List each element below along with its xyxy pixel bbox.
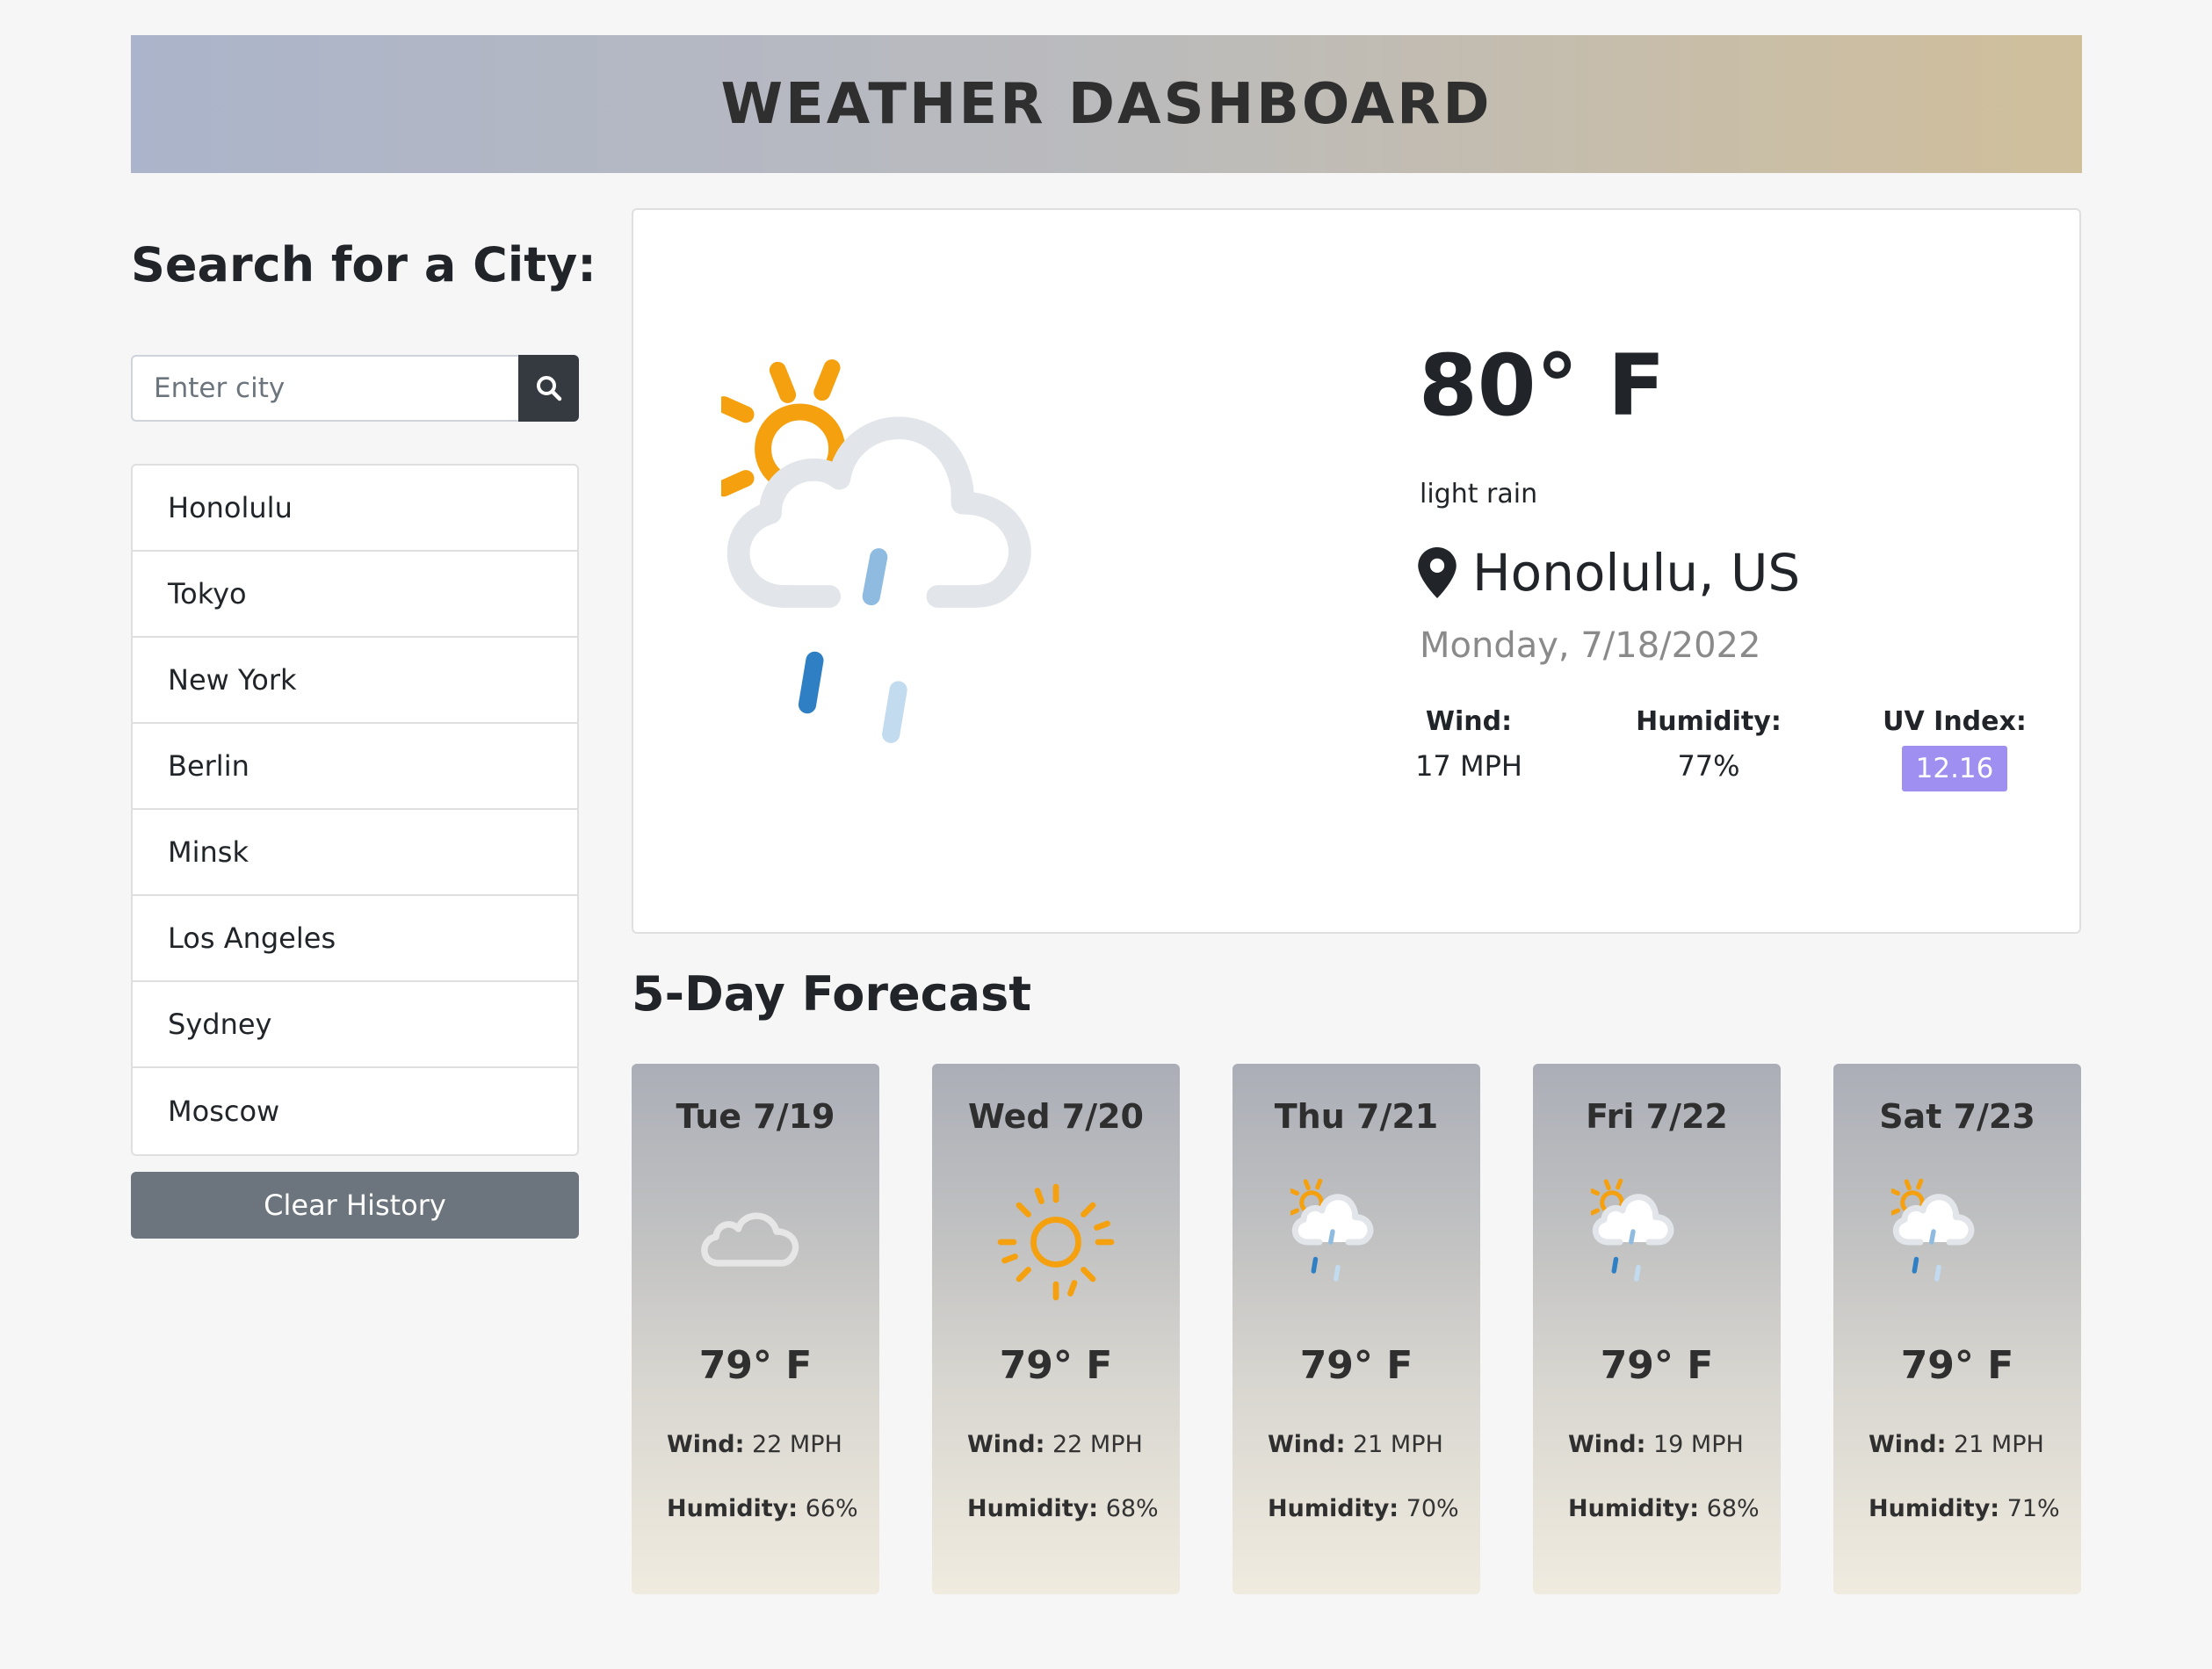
history-item[interactable]: Sydney: [133, 982, 577, 1068]
forecast-temperature: 79° F: [1299, 1343, 1413, 1388]
map-pin-icon: [1418, 547, 1457, 598]
forecast-card: Thu 7/21 79° F Wind: 21 MPH Humidity: 70…: [1233, 1064, 1480, 1594]
forecast-humidity: Humidity: 71%: [1869, 1495, 2060, 1522]
wind-label: Wind:: [1425, 706, 1513, 737]
forecast-wind-label: Wind:: [967, 1431, 1045, 1458]
forecast-wind-label: Wind:: [1268, 1431, 1346, 1458]
forecast-date: Sat 7/23: [1879, 1097, 2035, 1136]
humidity-stat: Humidity: 77%: [1612, 706, 1805, 783]
forecast-wind-label: Wind:: [1568, 1431, 1646, 1458]
forecast-wind-value: 22 MPH: [751, 1431, 842, 1458]
sun-cloud-rain-icon: [1891, 1176, 2023, 1308]
forecast-humidity: Humidity: 68%: [967, 1495, 1159, 1522]
forecast-card: Fri 7/22 79° F Wind: 19 MPH Humidity: 68…: [1533, 1064, 1781, 1594]
current-temperature: 80° F: [1419, 336, 1666, 435]
forecast-date: Tue 7/19: [676, 1097, 835, 1136]
search-history-list: Honolulu Tokyo New York Berlin Minsk Los…: [131, 464, 579, 1156]
forecast-humidity: Humidity: 66%: [667, 1495, 858, 1522]
history-item[interactable]: Berlin: [133, 724, 577, 810]
forecast-card: Sat 7/23 79° F Wind: 21 MPH Humidity: 71…: [1833, 1064, 2081, 1594]
forecast-wind-value: 22 MPH: [1052, 1431, 1143, 1458]
forecast-wind-value: 21 MPH: [1352, 1431, 1443, 1458]
search-group: [131, 355, 579, 422]
forecast-humidity-label: Humidity:: [967, 1495, 1099, 1522]
forecast-humidity-value: 70%: [1406, 1495, 1459, 1522]
forecast-wind-label: Wind:: [667, 1431, 745, 1458]
forecast-temperature: 79° F: [1900, 1343, 2014, 1388]
clear-history-button[interactable]: Clear History: [131, 1172, 579, 1239]
current-weather-card: 80° F light rain Honolulu, US Monday, 7/…: [632, 208, 2081, 934]
search-button[interactable]: [518, 355, 579, 422]
forecast-humidity-value: 71%: [2006, 1495, 2060, 1522]
forecast-humidity: Humidity: 68%: [1568, 1495, 1760, 1522]
wind-value: 17 MPH: [1415, 749, 1522, 783]
wind-stat: Wind: 17 MPH: [1372, 706, 1565, 783]
uv-index-badge: 12.16: [1901, 746, 2008, 791]
page-header: WEATHER DASHBOARD: [131, 35, 2082, 173]
history-item[interactable]: New York: [133, 638, 577, 724]
forecast-date: Fri 7/22: [1586, 1097, 1728, 1136]
forecast-humidity-value: 68%: [1105, 1495, 1159, 1522]
location: Honolulu, US: [1418, 543, 1800, 603]
humidity-label: Humidity:: [1636, 706, 1782, 737]
sun-cloud-rain-icon: [721, 350, 1213, 842]
forecast-humidity: Humidity: 70%: [1268, 1495, 1459, 1522]
forecast-wind: Wind: 22 MPH: [967, 1431, 1143, 1458]
forecast-wind: Wind: 22 MPH: [667, 1431, 842, 1458]
forecast-wind: Wind: 21 MPH: [1268, 1431, 1443, 1458]
forecast-temperature: 79° F: [1600, 1343, 1714, 1388]
forecast-humidity-value: 66%: [805, 1495, 858, 1522]
history-item[interactable]: Minsk: [133, 810, 577, 896]
uv-stat: UV Index: 12.16: [1858, 706, 2051, 791]
cloud-icon: [690, 1176, 821, 1308]
sun-icon: [990, 1176, 1122, 1308]
location-name: Honolulu, US: [1472, 543, 1801, 603]
humidity-value: 77%: [1677, 749, 1740, 783]
weather-description: light rain: [1420, 479, 1538, 509]
forecast-wind: Wind: 21 MPH: [1869, 1431, 2044, 1458]
forecast-wind-value: 19 MPH: [1652, 1431, 1744, 1458]
forecast-humidity-label: Humidity:: [1568, 1495, 1700, 1522]
forecast-card: Tue 7/19 79° F Wind: 22 MPH Humidity: 66…: [632, 1064, 879, 1594]
forecast-wind: Wind: 19 MPH: [1568, 1431, 1744, 1458]
forecast-date: Wed 7/20: [968, 1097, 1144, 1136]
forecast-humidity-label: Humidity:: [667, 1495, 799, 1522]
history-item[interactable]: Los Angeles: [133, 896, 577, 982]
forecast-title: 5-Day Forecast: [632, 966, 1032, 1022]
current-date: Monday, 7/18/2022: [1420, 625, 1761, 666]
forecast-humidity-label: Humidity:: [1268, 1495, 1399, 1522]
sun-cloud-rain-icon: [1290, 1176, 1422, 1308]
history-item[interactable]: Tokyo: [133, 552, 577, 638]
forecast-wind-label: Wind:: [1869, 1431, 1947, 1458]
forecast-temperature: 79° F: [698, 1343, 813, 1388]
search-title: Search for a City:: [131, 237, 596, 293]
forecast-card: Wed 7/20 79° F Wind: 22 MPH Humidity: 68…: [932, 1064, 1180, 1594]
forecast-humidity-value: 68%: [1706, 1495, 1760, 1522]
forecast-temperature: 79° F: [999, 1343, 1113, 1388]
sun-cloud-rain-icon: [1591, 1176, 1723, 1308]
forecast-humidity-label: Humidity:: [1869, 1495, 2000, 1522]
page-title: WEATHER DASHBOARD: [720, 71, 1493, 137]
history-item[interactable]: Honolulu: [133, 466, 577, 552]
city-search-input[interactable]: [131, 355, 518, 422]
forecast-date: Thu 7/21: [1274, 1097, 1439, 1136]
history-item[interactable]: Moscow: [133, 1068, 577, 1154]
forecast-wind-value: 21 MPH: [1953, 1431, 2044, 1458]
search-icon: [536, 376, 561, 401]
uv-label: UV Index:: [1883, 706, 2027, 737]
